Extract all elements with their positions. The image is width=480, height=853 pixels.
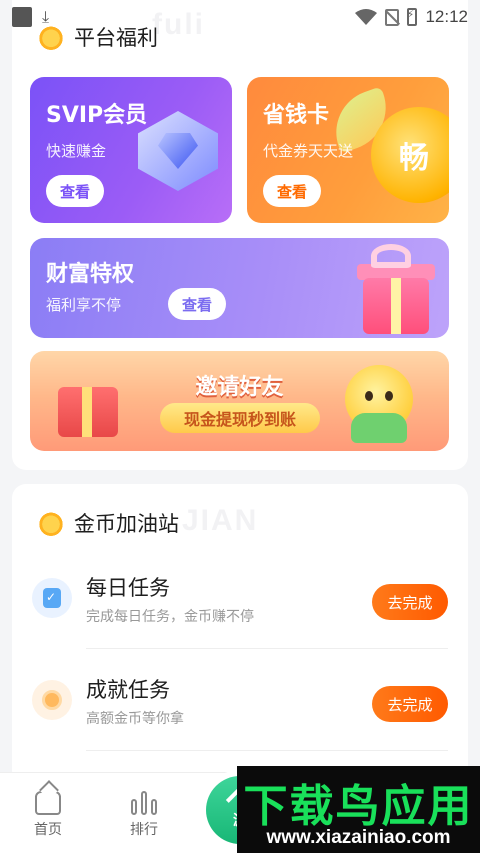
wealth-subtitle: 福利享不停 (46, 296, 122, 314)
divider (86, 648, 448, 649)
download-icon: ⤓ (42, 7, 50, 26)
gift-box-icon (363, 278, 429, 334)
svip-tile[interactable]: SVIP会员 快速赚金 查看 (30, 77, 232, 223)
coin-station-card: JIAN 金币加油站 每日任务 完成每日任务，金币赚不停 去完成 成就任务 高额… (12, 484, 468, 784)
daily-task-complete-button[interactable]: 去完成 (372, 584, 448, 620)
notification-square-icon (12, 7, 32, 27)
tab-rank-label: 排行 (130, 822, 158, 838)
task-desc: 完成每日任务，金币赚不停 (86, 609, 254, 625)
battery-charging-icon (406, 8, 418, 26)
section-title: 金币加油站 (74, 512, 179, 536)
no-sim-icon (385, 8, 400, 26)
task-desc: 高额金币等你拿 (86, 711, 184, 727)
task-name: 每日任务 (86, 576, 170, 600)
coin-text: 畅 (399, 141, 429, 176)
promo-watermark-banner: 下载鸟应用 www.xiazainiao.com (237, 766, 480, 853)
status-bar: ⤓ 12:12 (0, 0, 480, 34)
rank-icon (131, 791, 157, 815)
wealth-view-button[interactable]: 查看 (168, 288, 227, 320)
tab-home-label: 首页 (34, 822, 62, 838)
save-card-view-button[interactable]: 查看 (263, 175, 322, 207)
wifi-icon (355, 9, 378, 25)
tab-rank[interactable]: 排行 (114, 791, 174, 839)
section-watermark: JIAN (182, 504, 259, 537)
save-card-title: 省钱卡 (263, 103, 330, 128)
achievement-task-complete-button[interactable]: 去完成 (372, 686, 448, 722)
wealth-privilege-tile[interactable]: 财富特权 福利享不停 查看 (30, 238, 449, 338)
promo-title: 下载鸟应用 (243, 781, 474, 832)
invite-cash-pill: 现金提现秒到账 (160, 403, 320, 433)
svip-title: SVIP会员 (46, 103, 148, 128)
gift-bow-icon (371, 244, 411, 268)
wealth-title: 财富特权 (46, 262, 135, 287)
promo-url: www.xiazainiao.com (266, 827, 451, 848)
coin-station-header: 金币加油站 (38, 508, 179, 538)
daily-task-icon (32, 578, 72, 618)
mascot-body (351, 413, 407, 443)
task-name: 成就任务 (86, 678, 170, 702)
save-card-subtitle: 代金券天天送 (263, 142, 354, 160)
sun-icon (38, 510, 64, 536)
status-time: 12:12 (425, 7, 468, 26)
mascot-eye-left (365, 391, 373, 401)
task-row-daily[interactable]: 每日任务 完成每日任务，金币赚不停 去完成 (12, 558, 468, 658)
home-icon (35, 791, 61, 815)
svip-view-button[interactable]: 查看 (46, 175, 105, 207)
invite-friends-banner[interactable]: 邀请好友 现金提现秒到账 (30, 351, 449, 451)
mascot-eye-right (385, 391, 393, 401)
task-row-achievement[interactable]: 成就任务 高额金币等你拿 去完成 (12, 660, 468, 760)
divider (86, 750, 448, 751)
tab-home[interactable]: 首页 (18, 791, 78, 839)
achievement-icon (32, 680, 72, 720)
svip-subtitle: 快速赚金 (46, 142, 107, 160)
save-card-tile[interactable]: 畅 省钱卡 代金券天天送 查看 (247, 77, 449, 223)
